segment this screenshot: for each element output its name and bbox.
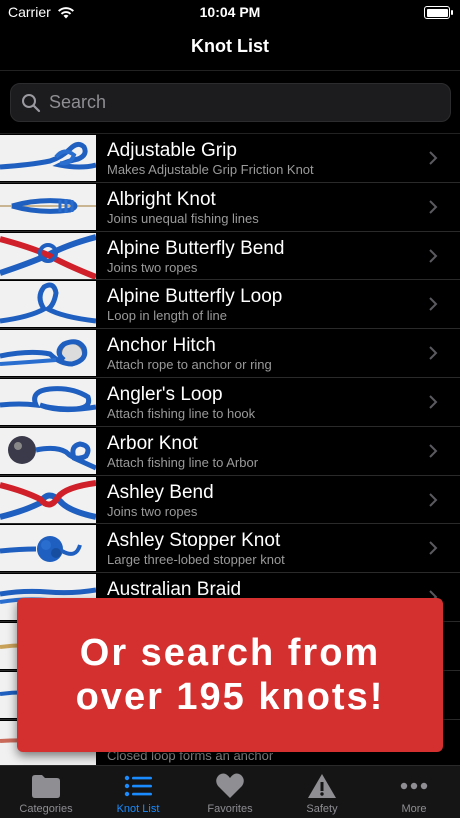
list-item[interactable]: Alpine Butterfly Loop Loop in length of … [0, 280, 460, 330]
knot-thumbnail [0, 183, 96, 230]
chevron-right-icon [429, 297, 438, 312]
list-item[interactable]: Ashley Bend Joins two ropes [0, 476, 460, 525]
list-item[interactable]: Anchor Hitch Attach rope to anchor or ri… [0, 329, 460, 378]
knot-thumbnail [0, 476, 96, 523]
search-icon [22, 93, 41, 112]
knot-thumbnail [0, 330, 96, 377]
knot-name: Alpine Butterfly Bend [107, 237, 285, 259]
chevron-right-icon [429, 492, 438, 507]
tab-favorites[interactable]: Favorites [184, 766, 276, 818]
clock: 10:04 PM [199, 4, 261, 20]
list-item[interactable]: Ashley Stopper Knot Large three-lobed st… [0, 524, 460, 574]
list-item[interactable]: Alpine Butterfly Bend Joins two ropes [0, 232, 460, 281]
knot-thumbnail [0, 378, 96, 425]
list-item[interactable]: Arbor Knot Attach fishing line to Arbor [0, 427, 460, 476]
knot-description: Loop in length of line [107, 308, 227, 324]
knot-description: Large three-lobed stopper knot [107, 552, 285, 568]
tab-safety[interactable]: Safety [276, 766, 368, 818]
knot-thumbnail [0, 525, 96, 572]
knot-name: Ashley Bend [107, 481, 214, 503]
list-item[interactable]: Albright Knot Joins unequal fishing line… [0, 183, 460, 232]
chevron-right-icon [429, 200, 438, 214]
knot-name: Albright Knot [107, 188, 216, 210]
list-icon [124, 775, 152, 797]
promo-line-1: Or search from [79, 632, 381, 674]
knot-name: Anchor Hitch [107, 335, 216, 357]
knot-thumbnail [0, 135, 96, 181]
knot-thumbnail [0, 281, 96, 328]
warning-icon [308, 774, 336, 798]
promo-banner: Or search from over 195 knots! [17, 598, 443, 752]
knot-name: Alpine Butterfly Loop [107, 286, 283, 308]
nav-divider [0, 70, 460, 71]
tab-label: Categories [19, 803, 73, 815]
chevron-right-icon [429, 444, 438, 458]
knot-description: Attach rope to anchor or ring [107, 357, 272, 373]
search-placeholder: Search [49, 92, 107, 112]
knot-description: Attach fishing line to hook [107, 405, 256, 421]
tab-knot-list[interactable]: Knot List [92, 766, 184, 818]
page-title: Knot List [191, 36, 269, 56]
knot-name: Adjustable Grip [107, 140, 237, 161]
promo-line-2: over 195 knots! [75, 676, 385, 718]
battery-icon [424, 6, 453, 19]
knot-description: Joins unequal fishing lines [107, 210, 259, 226]
knot-description: Joins two ropes [107, 503, 198, 519]
search-input[interactable]: Search [10, 83, 451, 122]
chevron-right-icon [429, 541, 438, 556]
knot-name: Angler's Loop [107, 383, 223, 405]
tab-label: Knot List [116, 803, 160, 815]
status-bar: Carrier 10:04 PM [0, 0, 460, 26]
tab-label: More [401, 803, 427, 815]
tab-categories[interactable]: Categories [0, 766, 92, 818]
tab-bar: Categories Knot List Favorites Safety Mo… [0, 765, 460, 818]
knot-description: Attach fishing line to Arbor [107, 454, 259, 470]
tab-label: Safety [306, 803, 338, 815]
chevron-right-icon [429, 151, 438, 165]
knot-description: Joins two ropes [107, 259, 198, 275]
tab-more[interactable]: More [368, 766, 460, 818]
folder-icon [32, 775, 60, 798]
heart-icon [216, 773, 244, 798]
chevron-right-icon [429, 395, 438, 409]
knot-name: Ashley Stopper Knot [107, 530, 281, 552]
chevron-right-icon [429, 248, 438, 263]
knot-description: Makes Adjustable Grip Friction Knot [107, 162, 314, 177]
knot-thumbnail [0, 232, 96, 279]
knot-thumbnail [0, 427, 96, 474]
ellipsis-icon [400, 782, 428, 790]
tab-label: Favorites [207, 803, 253, 815]
list-item[interactable]: Adjustable Grip Makes Adjustable Grip Fr… [0, 134, 460, 183]
list-item[interactable]: Angler's Loop Attach fishing line to hoo… [0, 378, 460, 427]
knot-name: Arbor Knot [107, 432, 198, 454]
chevron-right-icon [429, 346, 438, 360]
